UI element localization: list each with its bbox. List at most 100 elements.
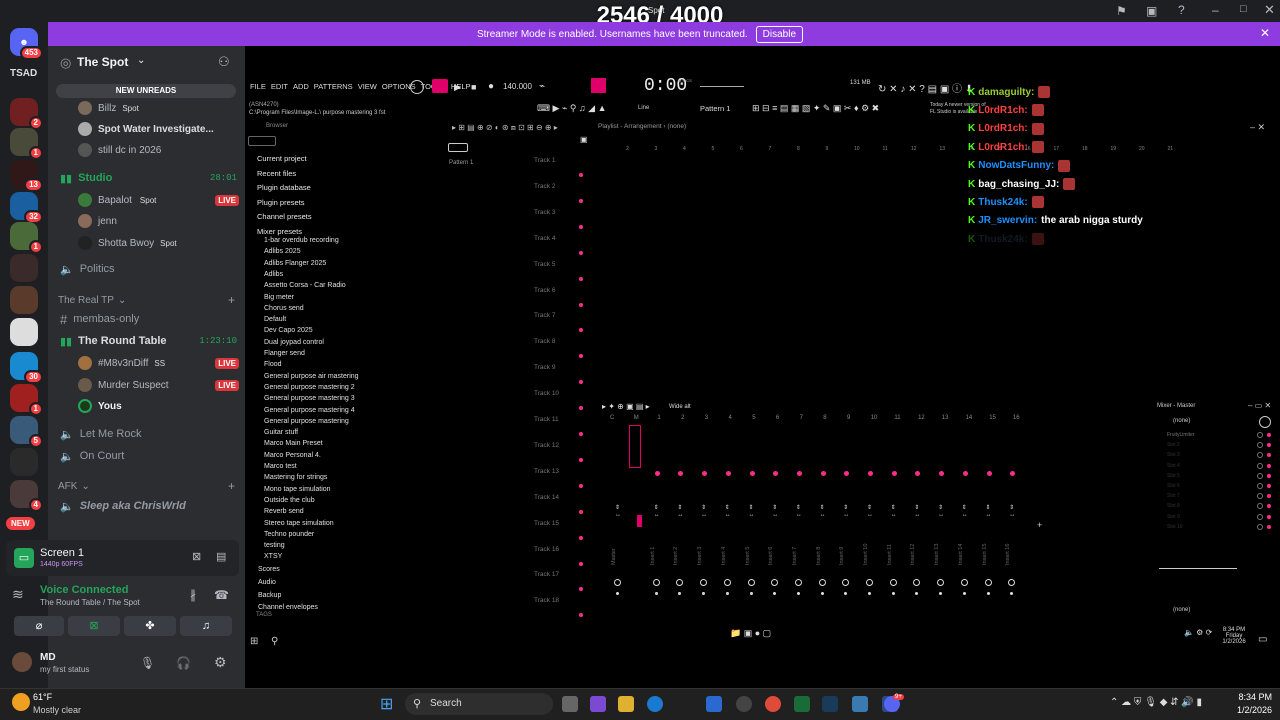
mixer-pan-knob[interactable]: ⇕	[615, 504, 620, 511]
mixer-send-dot[interactable]	[962, 471, 968, 476]
copilot-icon[interactable]	[590, 696, 606, 712]
tray-icon-set[interactable]: 🔈 ⚙ ⟳	[1184, 628, 1212, 637]
mixer-pan-knob[interactable]: ⇕	[677, 504, 682, 511]
notification-icon[interactable]: ▭	[1258, 634, 1267, 645]
mixer-route-dot[interactable]	[820, 592, 824, 595]
record-mode-icon[interactable]	[591, 78, 606, 93]
mixer-pan-knob[interactable]: ⇕	[725, 504, 730, 511]
mixer-toolbar[interactable]: ▸ ✦ ⊕ ▣ ▤ ▸	[602, 402, 650, 411]
mixer-slot-mix-knob[interactable]	[1257, 483, 1263, 489]
screen-share-button[interactable]: ⊠	[68, 616, 120, 636]
mixer-slot-enable[interactable]	[1267, 514, 1271, 519]
browser-item[interactable]: Mono tape simulation	[264, 486, 331, 493]
mixer-slot-mix-knob[interactable]	[1257, 432, 1263, 438]
mixer-stereo-knob[interactable]: ↔	[820, 512, 826, 518]
voice-user[interactable]: jenn	[48, 211, 245, 231]
mixer-fx-button[interactable]	[984, 579, 992, 586]
browser-folder[interactable]: Channel envelopes	[258, 604, 318, 611]
pattern-selector[interactable]: Pattern 1	[700, 104, 730, 113]
taskbar-time[interactable]: 8:34 PM	[1232, 692, 1272, 702]
mixer-send-dot[interactable]	[725, 471, 731, 476]
mixer-slot-label[interactable]: FruityLimiter	[1167, 432, 1195, 438]
menu-file[interactable]: FILE	[250, 82, 266, 91]
new-badge[interactable]: NEW	[6, 517, 35, 530]
mixer-stereo-knob[interactable]: ↔	[938, 512, 944, 518]
track-mute-dot[interactable]	[579, 509, 583, 514]
voice-channel-on-court[interactable]: 🔈 On Court	[48, 446, 245, 466]
mixer-fx-button[interactable]	[866, 579, 873, 586]
mixer-slot-label[interactable]: Slot 10	[1167, 524, 1183, 530]
browser-item[interactable]: Assetto Corsa - Car Radio	[264, 282, 346, 289]
mixer-pan-knob[interactable]: ⇕	[962, 504, 967, 511]
voice-user[interactable]: Murder Suspect LIVE	[48, 375, 245, 395]
mixer-slot-label[interactable]: Slot 6	[1167, 483, 1180, 489]
inner-windows-icon[interactable]: ⊞	[250, 636, 258, 647]
mixer-stereo-knob[interactable]: ↔	[701, 512, 707, 518]
browser-folder[interactable]: Recent files	[257, 169, 296, 178]
mixer-route-dot[interactable]	[749, 592, 753, 595]
mixer-stereo-knob[interactable]: ↔	[914, 512, 920, 518]
text-channel-membas[interactable]: # membas-only	[48, 309, 245, 329]
track-label[interactable]: Track 5	[534, 261, 555, 268]
server-icon-3[interactable]: 13	[10, 160, 43, 192]
browser-item[interactable]: Adlibs Flanger 2025	[264, 260, 326, 267]
track-mute-dot[interactable]	[579, 535, 583, 540]
browser-folder[interactable]: Plugin presets	[257, 198, 305, 207]
mixer-slot-label[interactable]: Slot 2	[1167, 442, 1180, 448]
microphone-icon[interactable]: 🎙	[140, 656, 155, 670]
mixer-stereo-knob[interactable]: ↔	[677, 512, 683, 518]
track-label[interactable]: Track 10	[534, 390, 559, 397]
track-mute-dot[interactable]	[579, 198, 583, 203]
mixer-route-dot[interactable]	[891, 592, 895, 595]
browser-folder[interactable]: Audio	[258, 579, 276, 586]
server-icon-5[interactable]: 1	[10, 222, 43, 254]
photos-icon[interactable]	[852, 696, 868, 712]
mixer-slot-enable[interactable]	[1267, 433, 1271, 437]
mixer-route-dot[interactable]	[868, 592, 871, 595]
mixer-route-dot[interactable]	[654, 592, 658, 595]
mixer-pan-knob[interactable]: ⇕	[891, 504, 896, 511]
mixer-pan-knob[interactable]: ⇕	[914, 504, 919, 511]
mixer-slot-enable[interactable]	[1267, 473, 1271, 478]
start-icon[interactable]: ⊞	[380, 694, 393, 714]
menu-view[interactable]: VIEW	[358, 82, 377, 91]
headphones-icon[interactable]: 🎧	[176, 656, 191, 670]
mixer-fx-button[interactable]	[614, 579, 621, 586]
server-icon-2[interactable]: 1	[10, 128, 43, 160]
browser-item[interactable]: Dev Capo 2025	[264, 327, 313, 334]
mixer-track-name[interactable]: Insert 14	[958, 544, 964, 565]
server-icon-10[interactable]: 1	[10, 384, 43, 416]
mixer-track-name[interactable]: Insert 5	[745, 547, 751, 565]
signal-icon[interactable]: ≋	[12, 586, 24, 603]
mixer-track-name[interactable]: Insert 13	[934, 544, 940, 565]
mixer-stereo-knob[interactable]: ↔	[986, 512, 992, 518]
mixer-stereo-knob[interactable]: ↔	[772, 512, 778, 518]
voice-user[interactable]: Spot Water Investigate...	[48, 119, 245, 139]
track-label[interactable]: Track 12	[534, 442, 559, 449]
mixer-route-dot[interactable]	[796, 592, 800, 595]
mixer-pan-knob[interactable]: ⇕	[843, 504, 848, 511]
track-label[interactable]: Track 15	[534, 520, 559, 527]
playlist-mode-toggle[interactable]	[448, 143, 468, 152]
track-label[interactable]: Track 4	[534, 235, 555, 242]
timeline-ruler[interactable]	[614, 146, 1254, 154]
category-real-tp[interactable]: The Real TP ⌄ +	[48, 290, 245, 310]
browser-item[interactable]: General purpose mastering	[264, 418, 349, 425]
file-explorer-icon[interactable]	[618, 696, 634, 712]
mixer-stereo-knob[interactable]: ↔	[962, 512, 968, 518]
add-friend-icon[interactable]: ⚇	[218, 54, 230, 70]
mixer-stereo-knob[interactable]: ↔	[725, 512, 731, 518]
browser-item[interactable]: Adlibs	[264, 271, 283, 278]
mixer-slot-label[interactable]: Slot 3	[1167, 452, 1180, 458]
browser-item[interactable]: General purpose mastering 4	[264, 407, 355, 414]
close-window-icon[interactable]: ✕	[1264, 2, 1275, 18]
browser-item[interactable]: XTSY	[264, 553, 282, 560]
track-mute-dot[interactable]	[579, 250, 583, 255]
browser-item[interactable]: Guitar stuff	[264, 429, 298, 436]
browser-item[interactable]: Marco test	[264, 463, 297, 470]
mail-icon[interactable]	[706, 696, 722, 712]
browser-item[interactable]: General purpose mastering 3	[264, 395, 355, 402]
mixer-track-name[interactable]: Insert 1	[650, 547, 656, 565]
mixer-slot-mix-knob[interactable]	[1257, 462, 1263, 469]
browser-folder[interactable]: Plugin database	[257, 183, 311, 192]
